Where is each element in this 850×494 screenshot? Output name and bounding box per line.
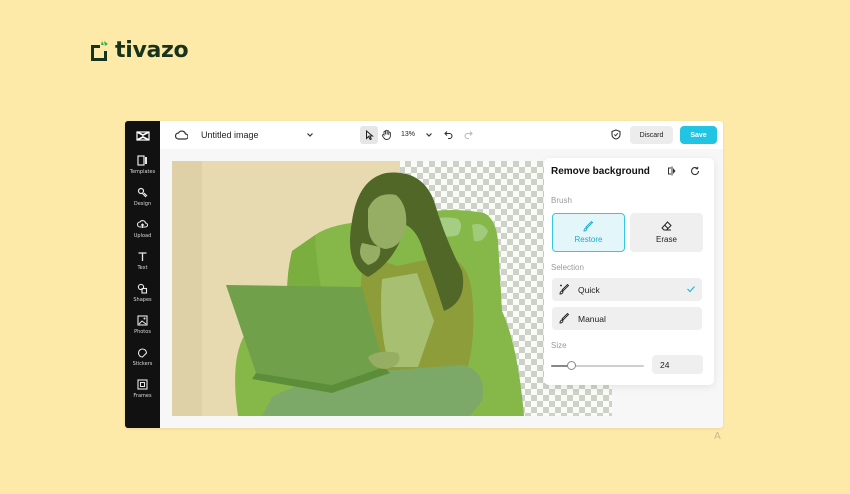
remove-background-panel: Remove background Brush Restore Erase Se… — [544, 158, 714, 385]
restore-brush-icon — [583, 221, 594, 232]
tivazo-logo-icon — [91, 40, 108, 61]
selection-section-label: Selection — [551, 263, 584, 272]
erase-label: Erase — [656, 235, 677, 244]
sidebar-item-label: Design — [133, 201, 152, 207]
watermark-mark: A — [714, 431, 721, 442]
sidebar-item-label: Shapes — [133, 297, 152, 303]
editor-window: Templates Design Upload Text Shapes Phot… — [125, 121, 723, 428]
sidebar-item-label: Stickers — [132, 361, 153, 367]
panel-title: Remove background — [551, 166, 650, 177]
sidebar: Templates Design Upload Text Shapes Phot… — [125, 121, 160, 428]
canvas-area: Remove background Brush Restore Erase Se… — [160, 149, 723, 428]
quick-brush-icon — [559, 284, 570, 295]
discard-button[interactable]: Discard — [630, 126, 673, 144]
shield-icon[interactable] — [611, 129, 621, 140]
restore-brush-button[interactable]: Restore — [552, 213, 625, 252]
selection-option-manual[interactable]: Manual — [552, 307, 702, 330]
sidebar-item-label: Upload — [133, 233, 152, 239]
manual-brush-icon — [559, 313, 570, 324]
compare-icon[interactable] — [667, 166, 677, 176]
brand-name: tivazo — [115, 38, 189, 63]
save-button[interactable]: Save — [680, 126, 717, 144]
selection-option-quick[interactable]: Quick — [552, 278, 702, 301]
brand-logo: tivazo — [88, 38, 189, 63]
sidebar-item-frames[interactable]: Frames — [125, 379, 160, 409]
redo-icon[interactable] — [464, 130, 473, 139]
frames-icon — [137, 379, 148, 390]
sidebar-item-label: Templates — [129, 169, 156, 175]
hand-tool-icon[interactable] — [381, 129, 392, 140]
sidebar-item-label: Frames — [133, 393, 152, 399]
text-icon — [138, 252, 147, 261]
top-toolbar: Untitled image 13% Discard Save — [160, 121, 723, 149]
undo-icon[interactable] — [444, 130, 453, 139]
check-icon — [687, 286, 695, 293]
quick-label: Quick — [578, 285, 600, 295]
size-slider-thumb[interactable] — [566, 361, 576, 370]
photos-icon — [137, 315, 148, 326]
sidebar-item-design[interactable]: Design — [125, 187, 160, 217]
chevron-down-icon[interactable] — [425, 131, 433, 139]
select-tool-button[interactable] — [360, 126, 378, 144]
sidebar-item-text[interactable]: Text — [125, 251, 160, 281]
sidebar-item-label: Photos — [134, 329, 151, 335]
templates-icon — [137, 155, 147, 166]
chevron-down-icon[interactable] — [306, 131, 314, 139]
stickers-icon — [137, 348, 148, 358]
size-slider[interactable] — [551, 361, 644, 370]
size-value-input[interactable]: 24 — [652, 355, 703, 374]
manual-label: Manual — [578, 314, 606, 324]
cloud-icon[interactable] — [175, 129, 188, 141]
reset-icon[interactable] — [690, 166, 700, 176]
zoom-level[interactable]: 13% — [401, 131, 415, 138]
sidebar-item-photos[interactable]: Photos — [125, 315, 160, 345]
document-title[interactable]: Untitled image — [201, 130, 259, 140]
sidebar-item-upload[interactable]: Upload — [125, 219, 160, 249]
sidebar-item-stickers[interactable]: Stickers — [125, 347, 160, 377]
pointer-icon — [365, 130, 374, 140]
shapes-icon — [137, 283, 148, 294]
capcut-logo-icon — [136, 130, 150, 142]
erase-brush-button[interactable]: Erase — [630, 213, 703, 252]
sidebar-item-shapes[interactable]: Shapes — [125, 283, 160, 313]
restore-label: Restore — [574, 235, 603, 244]
sidebar-item-templates[interactable]: Templates — [125, 155, 160, 185]
sidebar-item-label: Text — [137, 265, 148, 271]
upload-icon — [137, 220, 148, 228]
size-section-label: Size — [551, 341, 567, 350]
brush-section-label: Brush — [551, 196, 572, 205]
eraser-icon — [661, 221, 672, 231]
design-icon — [137, 187, 148, 198]
